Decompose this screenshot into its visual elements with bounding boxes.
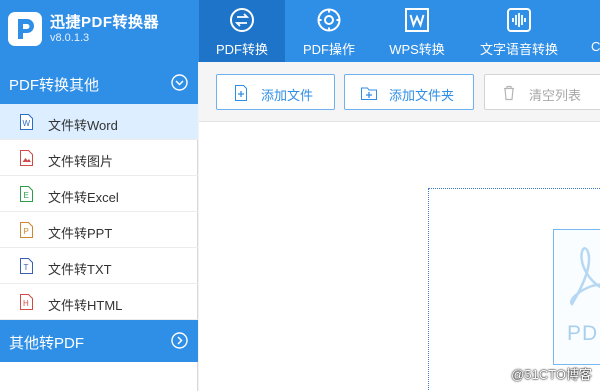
ppt-file-icon: P: [20, 222, 33, 238]
swap-arrows-icon: [230, 8, 254, 32]
clear-list-button[interactable]: 清空列表: [484, 74, 600, 110]
svg-text:H: H: [23, 299, 29, 308]
watermark: @51CTO博客: [511, 367, 592, 382]
sidebar-item-label: 文件转HTML: [48, 298, 123, 313]
sidebar-group-pdf-to-other[interactable]: PDF转换其他: [0, 62, 198, 104]
sidebar-item-label: 文件转Word: [48, 118, 118, 133]
app-title: 迅捷PDF转换器: [50, 14, 160, 31]
app-logo: [8, 12, 42, 46]
sidebar-item-word[interactable]: W 文件转Word: [0, 104, 198, 140]
wps-w-icon: [405, 8, 429, 32]
sidebar-item-html[interactable]: H 文件转HTML: [0, 284, 198, 320]
group-label: 其他转PDF: [9, 335, 85, 352]
app-version: v8.0.1.3: [50, 32, 90, 44]
add-folder-button[interactable]: 添加文件夹: [344, 74, 474, 110]
html-file-icon: H: [20, 294, 33, 310]
clear-list-label: 清空列表: [529, 88, 582, 103]
word-file-icon: W: [20, 114, 33, 130]
sidebar-item-label: 文件转Excel: [48, 190, 119, 205]
tab-label: PDF操作: [302, 42, 355, 57]
logo-icon: [18, 19, 34, 39]
sidebar-item-image[interactable]: 文件转图片: [0, 140, 198, 176]
tab-wps-convert[interactable]: WPS转换: [377, 0, 457, 62]
svg-text:E: E: [24, 191, 29, 200]
group-label: PDF转换其他: [9, 77, 100, 94]
toolbar: 添加文件 添加文件夹 清空列表: [199, 62, 600, 122]
add-file-label: 添加文件: [261, 88, 314, 103]
sidebar-item-ppt[interactable]: P 文件转PPT: [0, 212, 198, 248]
sidebar: PDF转换其他 W 文件转Word 文件转图片 E 文件转Excel P 文件转…: [0, 62, 198, 391]
tab-label: 文字语音转换: [479, 42, 558, 57]
app-header: 迅捷PDF转换器 v8.0.1.3 PDF转换 PDF操作 WPS转换 文字语音…: [0, 0, 600, 62]
txt-file-icon: T: [20, 258, 33, 274]
add-file-button[interactable]: 添加文件: [216, 74, 335, 110]
add-folder-label: 添加文件夹: [389, 88, 455, 103]
tab-pdf-operation[interactable]: PDF操作: [290, 0, 368, 62]
tab-label: PDF转换: [215, 42, 268, 57]
svg-text:T: T: [24, 263, 29, 272]
sound-wave-icon: [507, 8, 531, 32]
pdf-placeholder-card: PD: [553, 229, 600, 365]
acrobat-icon: [569, 247, 600, 307]
sidebar-group-other-to-pdf[interactable]: 其他转PDF: [0, 320, 198, 362]
tab-pdf-convert[interactable]: PDF转换: [199, 0, 285, 62]
svg-text:W: W: [23, 119, 31, 128]
tab-label: WPS转换: [389, 42, 445, 57]
tab-label: C: [591, 39, 600, 54]
tab-partial[interactable]: C: [585, 0, 600, 62]
sidebar-item-label: 文件转TXT: [48, 262, 112, 277]
sidebar-item-label: 文件转图片: [48, 154, 114, 169]
excel-file-icon: E: [20, 186, 33, 202]
image-file-icon: [20, 150, 33, 166]
tab-text-speech[interactable]: 文字语音转换: [471, 0, 567, 62]
gear-icon: [317, 8, 341, 32]
sidebar-item-label: 文件转PPT: [48, 226, 113, 241]
sidebar-item-txt[interactable]: T 文件转TXT: [0, 248, 198, 284]
chevron-up-icon: [171, 74, 188, 91]
add-file-icon: [235, 85, 247, 101]
svg-text:P: P: [24, 227, 29, 236]
pdf-text: PD: [567, 322, 599, 345]
trash-icon: [504, 85, 514, 101]
add-folder-icon: [361, 87, 377, 100]
chevron-right-icon: [171, 332, 188, 349]
sidebar-item-excel[interactable]: E 文件转Excel: [0, 176, 198, 212]
